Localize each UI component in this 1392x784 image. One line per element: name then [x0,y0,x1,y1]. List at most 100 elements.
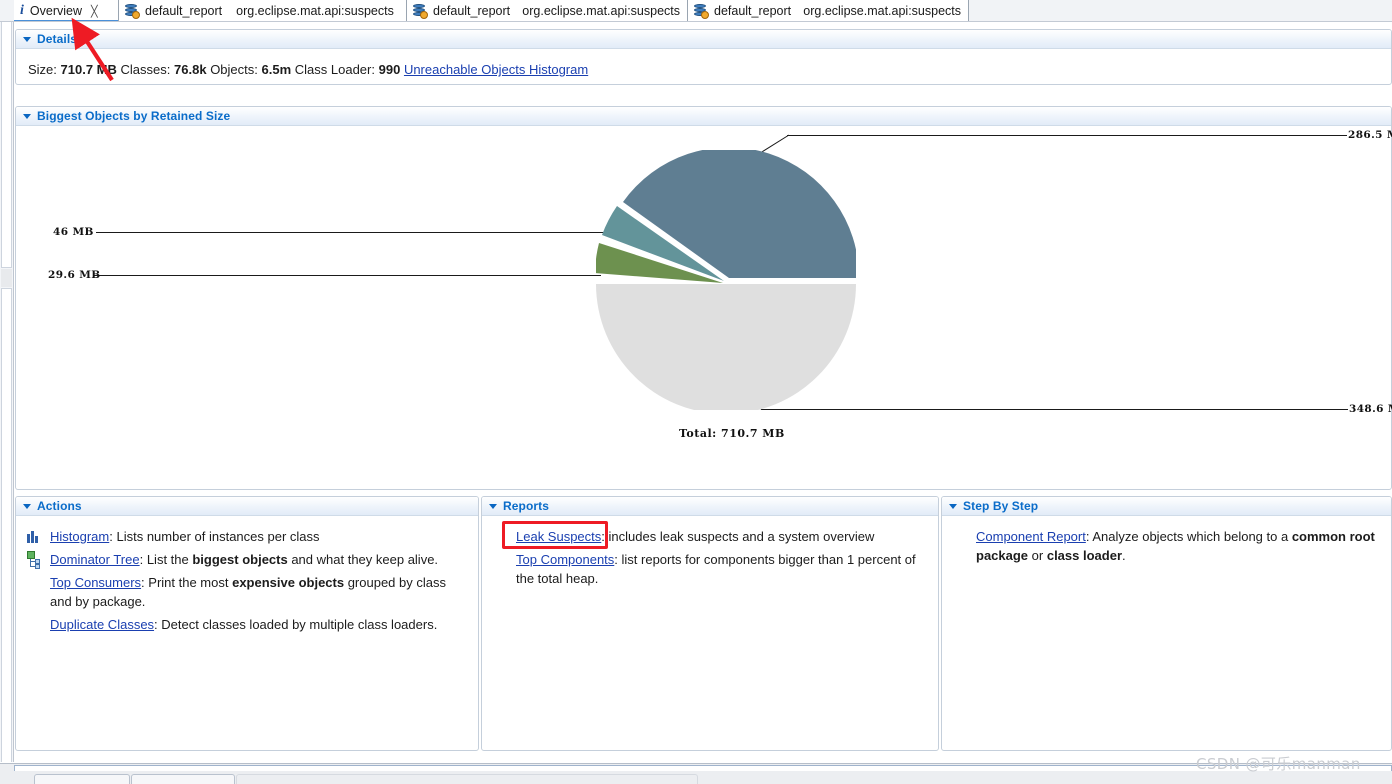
tab-bar-divider [0,21,1392,22]
reports-section-title: Reports [503,499,550,513]
desc-post: . [1122,548,1126,563]
histogram-icon [26,528,44,545]
biggest-objects-section-title: Biggest Objects by Retained Size [37,109,231,123]
chevron-down-icon[interactable] [949,503,957,509]
component-report-link[interactable]: Component Report [976,529,1086,544]
report-row-leak-suspects: Leak Suspects: includes leak suspects an… [482,525,938,548]
report-text: Top Components: list reports for compone… [516,550,928,588]
top-consumers-link[interactable]: Top Consumers [50,575,141,590]
pie-label-third-object: 29.6 MB [48,269,101,281]
tab-label: default_report [433,4,511,18]
pie-label-biggest-object: 286.5 MB [1348,129,1392,141]
bottom-tab-2[interactable] [131,774,235,784]
action-row-top-consumers: Top Consumers: Print the most expensive … [16,571,478,613]
desc-bold-2: class loader [1046,548,1122,563]
step-by-step-section-title: Step By Step [963,499,1039,513]
bottom-view-strip [0,763,1392,784]
desc-mid: or [1028,548,1047,563]
tab-label: default_report [145,4,223,18]
actions-section-title: Actions [37,499,82,513]
bottom-tab-3[interactable] [236,774,698,784]
duplicate-classes-link[interactable]: Duplicate Classes [50,617,154,632]
app-window: i Overview ╳ default_report org.eclipse.… [0,0,1392,784]
reports-section-header[interactable]: Reports [482,497,938,516]
tab-label: default_report [714,4,792,18]
tab-secondary-label: org.eclipse.mat.api:suspects [522,4,680,18]
sep: : [601,529,609,544]
info-icon: i [20,3,24,18]
left-rail-segment-top [1,22,12,268]
desc-bold: expensive objects [232,575,345,590]
leader-line-slice1 [787,135,1347,136]
pie-graphic [596,150,856,410]
reports-section: Reports Leak Suspects: includes leak sus… [481,496,939,751]
step-by-step-list: Component Report: Analyze objects which … [942,516,1391,567]
tab-default-report-2[interactable]: default_report org.eclipse.mat.api:suspe… [407,0,688,22]
details-section: Details Size: 710.7 MB Classes: 76.8k Ob… [15,29,1392,85]
pie-slice-biggest-object [623,150,856,278]
desc-pre: Analyze objects which belong to a [1092,529,1292,544]
action-text: Dominator Tree: List the biggest objects… [50,550,468,569]
action-row-duplicate-classes: Duplicate Classes: Detect classes loaded… [16,613,478,636]
desc-post: and what they keep alive. [287,552,439,567]
desc-pre: Print the most [148,575,233,590]
chevron-down-icon[interactable] [23,36,31,42]
reports-list: Leak Suspects: includes leak suspects an… [482,516,938,590]
size-label: Size: [28,62,57,77]
top-components-link[interactable]: Top Components [516,552,614,567]
step-text: Component Report: Analyze objects which … [976,527,1381,565]
report-row-top-components: Top Components: list reports for compone… [482,548,938,590]
desc: Detect classes loaded by multiple class … [161,617,438,632]
leader-line-slice2 [96,232,611,233]
action-row-histogram: Histogram: Lists number of instances per… [16,525,478,548]
pie-label-remainder: 348.6 MB [1349,403,1392,415]
action-row-dominator-tree: Dominator Tree: List the biggest objects… [16,548,478,571]
tab-default-report-3[interactable]: default_report org.eclipse.mat.api:suspe… [688,0,969,22]
dominator-tree-link[interactable]: Dominator Tree [50,552,140,567]
objects-value: 6.5m [261,62,292,77]
biggest-objects-section-header[interactable]: Biggest Objects by Retained Size [16,107,1391,126]
biggest-objects-section: Biggest Objects by Retained Size 286.5 4… [15,106,1392,490]
step-by-step-section-header[interactable]: Step By Step [942,497,1391,516]
classloader-value: 990 [378,62,401,77]
left-rail-segment-bottom [1,288,12,762]
bottom-tab-1[interactable] [34,774,130,784]
left-vertical-rail[interactable] [0,22,14,762]
tab-default-report-1[interactable]: default_report org.eclipse.mat.api:suspe… [119,0,407,22]
action-text: Histogram: Lists number of instances per… [50,527,468,546]
action-text: Top Consumers: Print the most expensive … [50,573,468,611]
leader-line-slice3 [93,275,601,276]
actions-list: Histogram: Lists number of instances per… [16,516,478,636]
csdn-watermark: CSDN @可乐manman [1196,755,1361,773]
step-row-component-report: Component Report: Analyze objects which … [942,525,1391,567]
tab-secondary-label: org.eclipse.mat.api:suspects [803,4,961,18]
actions-section-header[interactable]: Actions [16,497,478,516]
heap-summary-line: Size: 710.7 MB Classes: 76.8k Objects: 6… [16,49,1391,77]
dominator-tree-icon [26,551,44,569]
chevron-down-icon[interactable] [23,113,31,119]
editor-tab-bar: i Overview ╳ default_report org.eclipse.… [0,0,1392,22]
actions-section: Actions Histogram: Lists number of insta… [15,496,479,751]
desc: includes leak suspects and a system over… [608,529,875,544]
sep: : [139,552,147,567]
red-arrow-to-overview-tab [71,17,114,82]
no-icon-spacer [26,616,44,633]
left-rail-segment-middle [1,269,12,287]
editor-area-bottom-edge [14,765,1392,771]
chevron-down-icon[interactable] [489,503,497,509]
action-text: Duplicate Classes: Detect classes loaded… [50,615,468,634]
desc-bold: biggest objects [192,552,288,567]
objects-label: Objects: [210,62,258,77]
desc: Lists number of instances per class [116,529,320,544]
no-icon-spacer [492,528,510,545]
pie-total-label: Total: 710.7 MB [679,427,785,440]
histogram-link[interactable]: Histogram [50,529,109,544]
unreachable-objects-histogram-link[interactable]: Unreachable Objects Histogram [404,62,588,77]
chevron-down-icon[interactable] [23,503,31,509]
step-by-step-section: Step By Step Component Report: Analyze o… [941,496,1392,751]
report-db-gear-icon [413,4,428,19]
pie-slice-remainder [596,284,856,410]
details-section-header[interactable]: Details [16,30,1391,49]
no-icon-spacer [26,574,44,591]
leak-suspects-link[interactable]: Leak Suspects [516,529,601,544]
